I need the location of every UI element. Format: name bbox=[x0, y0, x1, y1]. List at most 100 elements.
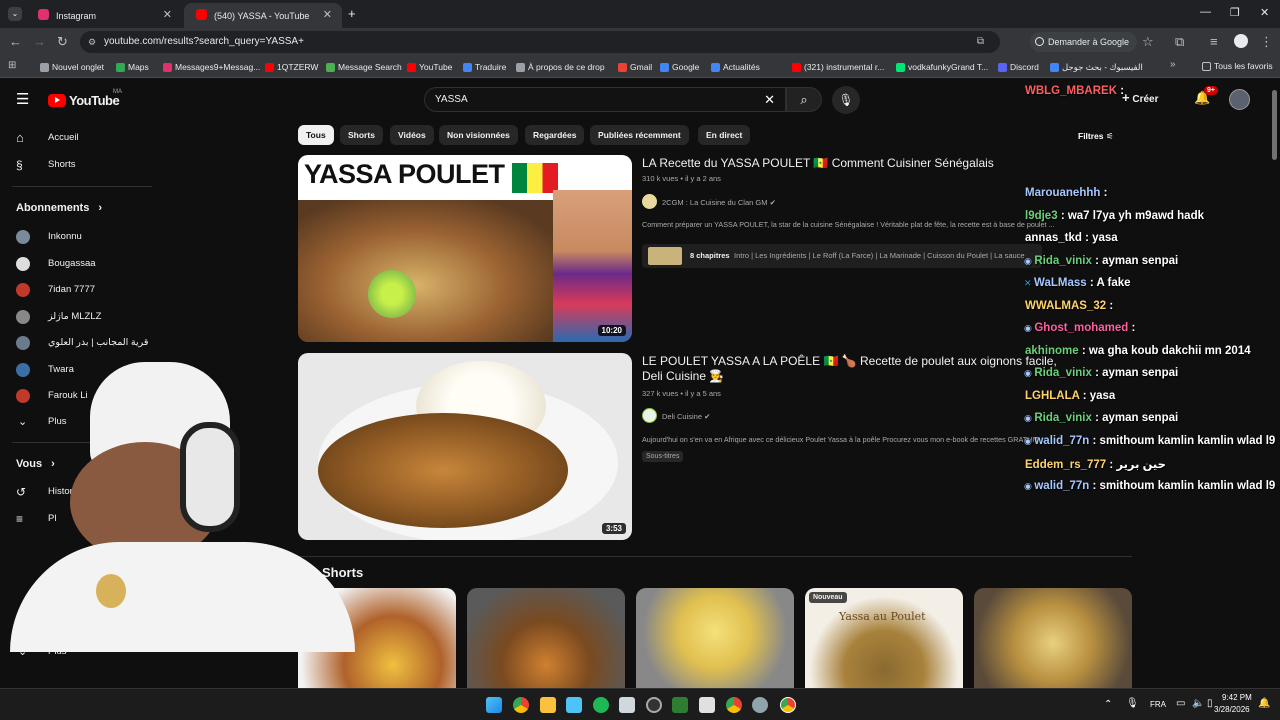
bookmark-link[interactable]: 1QTZERW bbox=[265, 62, 318, 72]
sidebar-item-home[interactable]: ⌂ Accueil bbox=[16, 130, 79, 146]
new-tab-button[interactable]: + bbox=[348, 6, 356, 21]
site-info-icon[interactable]: ⚙ bbox=[88, 31, 96, 53]
spotify-icon[interactable] bbox=[593, 697, 609, 713]
channel-link[interactable]: Deli Cuisine ✔ bbox=[642, 408, 710, 423]
apps-icon[interactable]: ⊞ bbox=[8, 60, 16, 71]
forward-icon[interactable]: → bbox=[33, 34, 46, 49]
browser-tab-bar: ⌄ Instagram ✕ (540) YASSA - YouTube ✕ + … bbox=[0, 0, 1280, 28]
bookmark-link[interactable]: Maps bbox=[116, 62, 149, 72]
page-scrollbar[interactable] bbox=[1272, 90, 1277, 160]
address-bar[interactable]: ⚙ youtube.com/results?search_query=YASSA… bbox=[80, 31, 1000, 53]
tab-search-icon[interactable]: ⌄ bbox=[8, 7, 22, 21]
clear-search-icon[interactable]: ✕ bbox=[764, 88, 775, 111]
chapters-box[interactable]: 8 chapitres Intro | Les Ingrédients | Le… bbox=[642, 244, 1042, 268]
bookmark-link[interactable]: Discord bbox=[998, 62, 1039, 72]
settings-icon[interactable] bbox=[752, 697, 768, 713]
filters-button[interactable]: Filtres ⚟ bbox=[1078, 131, 1114, 142]
more-bookmarks-icon[interactable]: » bbox=[1170, 59, 1176, 70]
sidebar-item-subscription[interactable]: Bougassaa bbox=[16, 256, 96, 272]
account-avatar[interactable] bbox=[1229, 89, 1250, 110]
language-indicator[interactable]: FRA bbox=[1150, 700, 1166, 709]
obs-icon[interactable] bbox=[646, 697, 662, 713]
filter-chip[interactable]: Non visionnées bbox=[439, 125, 518, 145]
extensions-icon[interactable]: ⧉ bbox=[1175, 34, 1184, 50]
chrome-icon[interactable] bbox=[726, 697, 742, 713]
install-icon[interactable]: ⧉ bbox=[977, 31, 984, 53]
search-button[interactable]: ⌕ bbox=[786, 87, 822, 112]
bookmark-link[interactable]: À propos de ce drop bbox=[516, 62, 605, 72]
sidebar-item-subscription[interactable]: قرية المجانب | بدر العلوي bbox=[16, 335, 148, 351]
filter-chip[interactable]: Shorts bbox=[340, 125, 383, 145]
file-explorer-icon[interactable] bbox=[540, 697, 556, 713]
filter-chip[interactable]: Vidéos bbox=[390, 125, 434, 145]
profile-avatar[interactable] bbox=[1234, 34, 1248, 48]
notification-center-icon[interactable]: 🔔 bbox=[1258, 698, 1270, 709]
app-icon[interactable] bbox=[699, 697, 715, 713]
short-thumbnail[interactable] bbox=[467, 588, 625, 688]
chrome-icon[interactable] bbox=[780, 697, 796, 713]
voice-search-button[interactable]: 🎙 bbox=[832, 86, 860, 114]
close-icon[interactable]: ✕ bbox=[323, 8, 332, 21]
tray-chevron-icon[interactable]: ⌃ bbox=[1104, 699, 1112, 710]
chrome-icon[interactable] bbox=[513, 697, 529, 713]
network-icon[interactable]: ▭ bbox=[1176, 698, 1185, 709]
clock-date[interactable]: 3/28/2026 bbox=[1214, 705, 1250, 714]
tab-youtube[interactable]: (540) YASSA - YouTube ✕ bbox=[184, 3, 342, 28]
video-thumbnail[interactable]: YASSA POULET 10:20 bbox=[298, 155, 632, 342]
bookmark-link[interactable]: الفيسبوك - بحث جوجل bbox=[1050, 62, 1143, 73]
bookmark-link[interactable]: Messages9+Messag... bbox=[163, 62, 260, 72]
sidebar-item-subscription[interactable]: 7idan 7777 bbox=[16, 282, 95, 298]
channel-link[interactable]: 2CGM : La Cuisine du Clan GM ✔ bbox=[642, 194, 776, 209]
bookmark-link[interactable]: Nouvel onglet bbox=[40, 62, 104, 72]
menu-icon[interactable]: ⋮ bbox=[1260, 34, 1273, 50]
filter-chip[interactable]: Regardées bbox=[525, 125, 585, 145]
bookmark-link[interactable]: Actualités bbox=[711, 62, 760, 72]
sidebar-item-subscription[interactable]: ماژلز MLZLZ bbox=[16, 309, 101, 325]
volume-icon[interactable]: 🔈 bbox=[1192, 698, 1204, 709]
start-icon[interactable] bbox=[486, 697, 502, 713]
headphones-image bbox=[180, 422, 240, 532]
create-button[interactable]: + Créer bbox=[1122, 90, 1159, 105]
restore-icon[interactable]: ❐ bbox=[1230, 6, 1240, 19]
bookmark-star-icon[interactable]: ☆ bbox=[1142, 34, 1154, 50]
bookmark-link[interactable]: Message Search bbox=[326, 62, 402, 72]
reload-icon[interactable]: ↻ bbox=[57, 34, 68, 50]
tab-instagram[interactable]: Instagram ✕ bbox=[26, 3, 182, 28]
tab-manager-icon[interactable]: ≡ bbox=[1210, 34, 1218, 49]
bookmark-link[interactable]: YouTube bbox=[407, 62, 452, 72]
notepad-icon[interactable] bbox=[566, 697, 582, 713]
video-title[interactable]: LE POULET YASSA A LA POÊLE 🇸🇳 🍗 Recette … bbox=[642, 354, 1072, 384]
lime-image bbox=[368, 270, 416, 318]
microphone-tray-icon[interactable]: 🎙 bbox=[1126, 698, 1139, 709]
minimize-icon[interactable]: — bbox=[1200, 6, 1211, 18]
short-thumbnail[interactable] bbox=[974, 588, 1132, 688]
sidebar-item-subscription[interactable]: Inkonnu bbox=[16, 229, 82, 245]
filter-chip[interactable]: Tous bbox=[298, 125, 334, 145]
video-title[interactable]: LA Recette du YASSA POULET 🇸🇳 Comment Cu… bbox=[642, 156, 1002, 171]
bookmark-link[interactable]: (321) instrumental r... bbox=[792, 62, 884, 72]
close-window-icon[interactable]: ✕ bbox=[1260, 6, 1269, 19]
ask-google-button[interactable]: Demander à Google bbox=[1030, 32, 1138, 52]
sidebar-item-shorts[interactable]: § Shorts bbox=[16, 157, 75, 173]
battery-icon[interactable]: ▯ bbox=[1207, 698, 1213, 709]
bookmark-link[interactable]: Gmail bbox=[618, 62, 652, 72]
all-bookmarks-link[interactable]: Tous les favoris bbox=[1202, 61, 1273, 71]
short-thumbnail[interactable] bbox=[636, 588, 794, 688]
search-input-value: YASSA bbox=[435, 94, 468, 105]
close-icon[interactable]: ✕ bbox=[163, 8, 172, 21]
search-input[interactable]: YASSA ✕ bbox=[424, 87, 786, 112]
chat-text: : bbox=[1103, 187, 1108, 199]
filter-chip[interactable]: Publiées récemment bbox=[590, 125, 689, 145]
app-icon[interactable] bbox=[619, 697, 635, 713]
bookmark-link[interactable]: Traduire bbox=[463, 62, 506, 72]
back-icon[interactable]: ← bbox=[9, 34, 22, 49]
subtitles-badge: Sous-titres bbox=[642, 451, 684, 462]
short-thumbnail[interactable]: Nouveau Yassa au Poulet bbox=[805, 588, 963, 688]
filter-chip[interactable]: En direct bbox=[698, 125, 751, 145]
app-icon[interactable] bbox=[672, 697, 688, 713]
notifications-button[interactable]: 🔔 9+ bbox=[1194, 86, 1218, 106]
bookmark-link[interactable]: Google bbox=[660, 62, 699, 72]
bookmark-link[interactable]: vodkafunkyGrand T... bbox=[896, 62, 988, 72]
subscriptions-heading[interactable]: Abonnements › bbox=[16, 202, 102, 214]
clock-time[interactable]: 9:42 PM bbox=[1222, 693, 1252, 702]
